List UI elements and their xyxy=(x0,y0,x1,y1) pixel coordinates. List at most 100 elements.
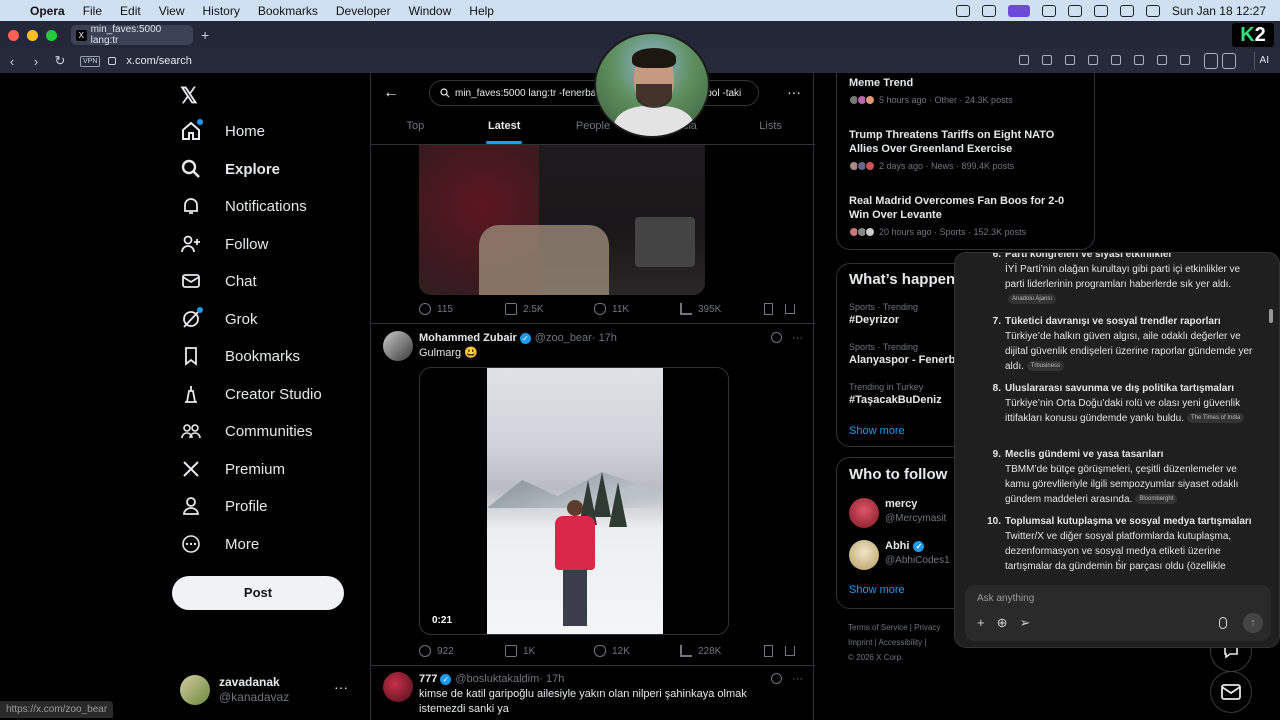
screen-record-icon[interactable] xyxy=(1007,4,1030,17)
globe-icon[interactable]: ⊕ xyxy=(997,615,1008,631)
status-icon[interactable] xyxy=(981,4,996,17)
nav-home[interactable]: Home xyxy=(180,113,265,149)
browser-tab[interactable]: X min_faves:5000 lang:tr xyxy=(71,24,193,46)
forward-icon[interactable]: › xyxy=(24,54,48,69)
reload-icon[interactable]: ↻ xyxy=(48,53,72,69)
nav-bookmarks[interactable]: Bookmarks xyxy=(180,338,300,374)
like-button[interactable]: 12K xyxy=(594,645,680,657)
focus-icon[interactable] xyxy=(1119,4,1134,17)
x-logo-icon[interactable]: 𝕏 xyxy=(180,83,198,109)
nav-premium[interactable]: Premium xyxy=(180,451,285,487)
repost-button[interactable]: 1K xyxy=(505,645,594,657)
tab-lists[interactable]: Lists xyxy=(726,113,815,144)
sidebar-icon[interactable] xyxy=(1222,53,1236,69)
menu-edit[interactable]: Edit xyxy=(120,4,141,18)
heart-icon[interactable] xyxy=(1134,55,1144,65)
lock-icon[interactable] xyxy=(108,57,117,65)
post-author-handle[interactable]: @zoo_bear xyxy=(535,332,592,344)
grok-icon[interactable] xyxy=(771,332,782,343)
nav-notifications[interactable]: Notifications xyxy=(180,188,307,224)
repost-button[interactable]: 2.5K xyxy=(505,303,594,315)
ask-input[interactable]: Ask anything + ⊕ ➢ ↑ xyxy=(965,585,1271,641)
post-author-handle[interactable]: @bosluktakaldim xyxy=(455,673,539,685)
plus-icon[interactable]: + xyxy=(977,615,985,631)
close-window-button[interactable] xyxy=(8,29,19,41)
nav-communities[interactable]: Communities xyxy=(180,413,313,449)
shield-icon[interactable] xyxy=(1088,55,1098,65)
source-chip[interactable]: Trbusiness xyxy=(1026,361,1065,372)
menu-app-name[interactable]: Opera xyxy=(30,4,65,18)
views-button[interactable]: 395K xyxy=(680,303,721,315)
more-options-icon[interactable]: ··· xyxy=(792,332,803,344)
nav-creator-studio[interactable]: Creator Studio xyxy=(180,376,322,412)
post-author-name[interactable]: 777 xyxy=(419,673,437,685)
edit-icon[interactable] xyxy=(1042,55,1052,65)
tab-top[interactable]: Top xyxy=(371,113,460,144)
battery-icon[interactable] xyxy=(1067,4,1082,17)
menu-file[interactable]: File xyxy=(83,4,102,18)
menu-help[interactable]: Help xyxy=(469,4,494,18)
share-icon[interactable] xyxy=(785,304,795,314)
profile-icon[interactable] xyxy=(1180,55,1190,65)
more-options-icon[interactable]: ··· xyxy=(792,673,803,685)
key-icon[interactable] xyxy=(1019,55,1029,65)
scroll-down-icon[interactable]: ↓ xyxy=(1112,553,1126,567)
account-switcher[interactable]: zavadanak @kanadavaz ··· xyxy=(180,673,360,707)
tab-latest[interactable]: Latest xyxy=(460,113,549,144)
avatar[interactable] xyxy=(383,672,413,702)
play-icon[interactable] xyxy=(1093,4,1108,17)
post-button[interactable]: Post xyxy=(172,576,344,610)
control-center-icon[interactable] xyxy=(1145,4,1160,17)
source-chip[interactable]: The Times of India xyxy=(1187,413,1245,424)
trend-tag[interactable]: #Deyrizor xyxy=(849,314,899,326)
trend-tag[interactable]: Alanyaspor - Fenerb xyxy=(849,354,955,366)
share-icon[interactable] xyxy=(785,646,795,656)
menu-window[interactable]: Window xyxy=(409,4,452,18)
post-image[interactable] xyxy=(419,145,705,295)
views-button[interactable]: 228K xyxy=(680,645,721,657)
microphone-icon[interactable] xyxy=(1219,617,1227,629)
show-more-link[interactable]: Show more xyxy=(849,584,905,596)
trend-title[interactable]: Real Madrid Overcomes Fan Boos for 2-0 W… xyxy=(849,194,1079,222)
like-button[interactable]: 11K xyxy=(594,303,680,315)
nav-follow[interactable]: Follow xyxy=(180,226,268,262)
post-video[interactable]: 0:21 xyxy=(419,367,729,635)
menu-bookmarks[interactable]: Bookmarks xyxy=(258,4,318,18)
back-arrow-icon[interactable]: ← xyxy=(383,84,399,102)
trend-title[interactable]: Trump Threatens Tariffs on Eight NATO Al… xyxy=(849,128,1079,156)
reply-button[interactable]: 922 xyxy=(419,645,505,657)
status-icon[interactable] xyxy=(1041,4,1056,17)
send-icon[interactable]: ➢ xyxy=(1020,615,1031,631)
list-icon[interactable] xyxy=(1157,55,1167,65)
menubar-clock[interactable]: Sun Jan 18 12:27 xyxy=(1172,4,1266,18)
trend-tag[interactable]: #TaşacakBuDeniz xyxy=(849,394,942,406)
nav-chat[interactable]: Chat xyxy=(180,263,257,299)
url-field[interactable]: x.com/search xyxy=(126,55,191,67)
submit-button[interactable]: ↑ xyxy=(1243,613,1263,633)
show-more-link[interactable]: Show more xyxy=(849,425,905,437)
vpn-badge[interactable]: VPN xyxy=(80,55,101,67)
bookmark-icon[interactable] xyxy=(764,645,773,657)
messages-button[interactable] xyxy=(1210,671,1252,713)
more-options-icon[interactable]: ··· xyxy=(334,679,348,695)
more-options-icon[interactable]: ··· xyxy=(787,84,801,100)
menu-history[interactable]: History xyxy=(203,4,240,18)
extensions-icon[interactable] xyxy=(1204,53,1218,69)
new-tab-button[interactable]: + xyxy=(201,27,209,43)
nav-more[interactable]: More xyxy=(180,526,259,562)
avatar[interactable] xyxy=(383,331,413,361)
trend-title[interactable]: Meme Trend xyxy=(849,76,1079,90)
back-icon[interactable]: ‹ xyxy=(0,54,24,69)
post-time[interactable]: · 17h xyxy=(592,332,617,344)
send-icon[interactable] xyxy=(1111,55,1121,65)
zoom-window-button[interactable] xyxy=(46,29,57,41)
nav-explore[interactable]: Explore xyxy=(180,151,280,187)
grok-icon[interactable] xyxy=(771,673,782,684)
menu-developer[interactable]: Developer xyxy=(336,4,391,18)
source-chip[interactable]: Bloomberght xyxy=(1135,494,1178,505)
bookmark-icon[interactable] xyxy=(764,303,773,315)
menu-view[interactable]: View xyxy=(159,4,185,18)
nav-profile[interactable]: Profile xyxy=(180,488,268,524)
source-chip[interactable]: Anadolu Ajansı xyxy=(1008,294,1057,305)
reply-button[interactable]: 115 xyxy=(419,303,505,315)
